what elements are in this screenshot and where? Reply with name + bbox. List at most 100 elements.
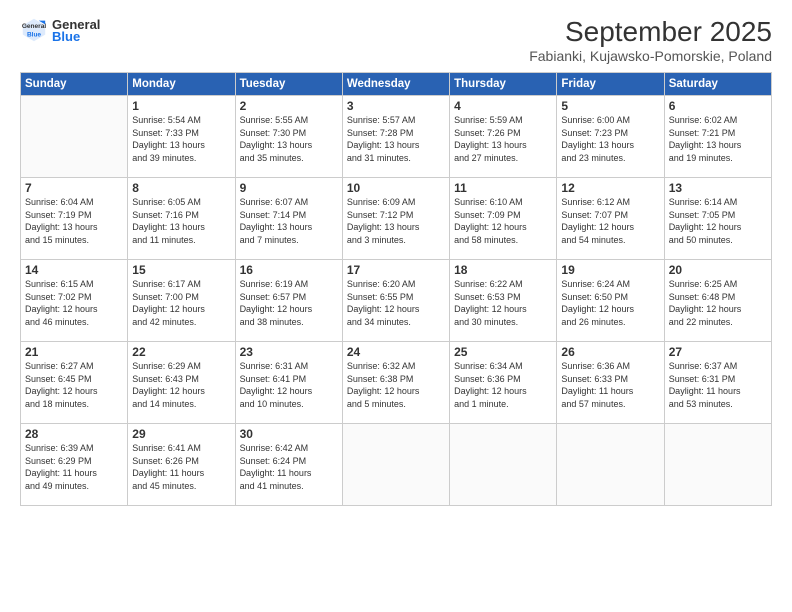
cell-content: Sunrise: 6:05 AMSunset: 7:16 PMDaylight:… [132,196,230,246]
calendar-cell: 14Sunrise: 6:15 AMSunset: 7:02 PMDayligh… [21,260,128,342]
location-title: Fabianki, Kujawsko-Pomorskie, Poland [529,48,772,64]
cell-content: Sunrise: 6:02 AMSunset: 7:21 PMDaylight:… [669,114,767,164]
calendar-cell: 29Sunrise: 6:41 AMSunset: 6:26 PMDayligh… [128,424,235,506]
calendar-cell: 10Sunrise: 6:09 AMSunset: 7:12 PMDayligh… [342,178,449,260]
calendar-cell: 27Sunrise: 6:37 AMSunset: 6:31 PMDayligh… [664,342,771,424]
day-number: 29 [132,427,230,441]
calendar-cell: 21Sunrise: 6:27 AMSunset: 6:45 PMDayligh… [21,342,128,424]
day-number: 21 [25,345,123,359]
day-number: 4 [454,99,552,113]
day-number: 22 [132,345,230,359]
day-number: 30 [240,427,338,441]
day-number: 27 [669,345,767,359]
cell-content: Sunrise: 6:22 AMSunset: 6:53 PMDaylight:… [454,278,552,328]
cell-content: Sunrise: 6:04 AMSunset: 7:19 PMDaylight:… [25,196,123,246]
cell-content: Sunrise: 6:27 AMSunset: 6:45 PMDaylight:… [25,360,123,410]
day-number: 14 [25,263,123,277]
cell-content: Sunrise: 6:34 AMSunset: 6:36 PMDaylight:… [454,360,552,410]
calendar-cell: 5Sunrise: 6:00 AMSunset: 7:23 PMDaylight… [557,96,664,178]
cell-content: Sunrise: 6:25 AMSunset: 6:48 PMDaylight:… [669,278,767,328]
calendar-cell: 22Sunrise: 6:29 AMSunset: 6:43 PMDayligh… [128,342,235,424]
calendar-cell: 18Sunrise: 6:22 AMSunset: 6:53 PMDayligh… [450,260,557,342]
calendar-cell: 11Sunrise: 6:10 AMSunset: 7:09 PMDayligh… [450,178,557,260]
day-number: 13 [669,181,767,195]
header-saturday: Saturday [664,73,771,96]
day-number: 5 [561,99,659,113]
cell-content: Sunrise: 6:32 AMSunset: 6:38 PMDaylight:… [347,360,445,410]
cell-content: Sunrise: 6:17 AMSunset: 7:00 PMDaylight:… [132,278,230,328]
day-number: 2 [240,99,338,113]
day-number: 7 [25,181,123,195]
cell-content: Sunrise: 6:36 AMSunset: 6:33 PMDaylight:… [561,360,659,410]
week-row-4: 21Sunrise: 6:27 AMSunset: 6:45 PMDayligh… [21,342,772,424]
day-number: 16 [240,263,338,277]
calendar-cell: 28Sunrise: 6:39 AMSunset: 6:29 PMDayligh… [21,424,128,506]
calendar-table: SundayMondayTuesdayWednesdayThursdayFrid… [20,72,772,506]
day-number: 25 [454,345,552,359]
calendar-cell [342,424,449,506]
cell-content: Sunrise: 6:41 AMSunset: 6:26 PMDaylight:… [132,442,230,492]
cell-content: Sunrise: 6:07 AMSunset: 7:14 PMDaylight:… [240,196,338,246]
day-number: 1 [132,99,230,113]
calendar-cell: 26Sunrise: 6:36 AMSunset: 6:33 PMDayligh… [557,342,664,424]
calendar-cell: 30Sunrise: 6:42 AMSunset: 6:24 PMDayligh… [235,424,342,506]
week-row-3: 14Sunrise: 6:15 AMSunset: 7:02 PMDayligh… [21,260,772,342]
cell-content: Sunrise: 6:39 AMSunset: 6:29 PMDaylight:… [25,442,123,492]
calendar-cell: 6Sunrise: 6:02 AMSunset: 7:21 PMDaylight… [664,96,771,178]
cell-content: Sunrise: 6:00 AMSunset: 7:23 PMDaylight:… [561,114,659,164]
header-tuesday: Tuesday [235,73,342,96]
month-title: September 2025 [529,16,772,48]
day-number: 23 [240,345,338,359]
calendar-cell: 25Sunrise: 6:34 AMSunset: 6:36 PMDayligh… [450,342,557,424]
calendar-cell: 19Sunrise: 6:24 AMSunset: 6:50 PMDayligh… [557,260,664,342]
calendar-header-row: SundayMondayTuesdayWednesdayThursdayFrid… [21,73,772,96]
page-header: General Blue General Blue September 2025… [20,16,772,64]
day-number: 24 [347,345,445,359]
day-number: 26 [561,345,659,359]
cell-content: Sunrise: 6:10 AMSunset: 7:09 PMDaylight:… [454,196,552,246]
day-number: 18 [454,263,552,277]
calendar-cell: 13Sunrise: 6:14 AMSunset: 7:05 PMDayligh… [664,178,771,260]
cell-content: Sunrise: 6:31 AMSunset: 6:41 PMDaylight:… [240,360,338,410]
day-number: 19 [561,263,659,277]
calendar-cell: 17Sunrise: 6:20 AMSunset: 6:55 PMDayligh… [342,260,449,342]
cell-content: Sunrise: 5:55 AMSunset: 7:30 PMDaylight:… [240,114,338,164]
day-number: 15 [132,263,230,277]
cell-content: Sunrise: 6:29 AMSunset: 6:43 PMDaylight:… [132,360,230,410]
cell-content: Sunrise: 6:24 AMSunset: 6:50 PMDaylight:… [561,278,659,328]
calendar-cell: 2Sunrise: 5:55 AMSunset: 7:30 PMDaylight… [235,96,342,178]
calendar-cell: 1Sunrise: 5:54 AMSunset: 7:33 PMDaylight… [128,96,235,178]
day-number: 28 [25,427,123,441]
calendar-cell [21,96,128,178]
calendar-cell: 8Sunrise: 6:05 AMSunset: 7:16 PMDaylight… [128,178,235,260]
cell-content: Sunrise: 6:20 AMSunset: 6:55 PMDaylight:… [347,278,445,328]
header-thursday: Thursday [450,73,557,96]
day-number: 12 [561,181,659,195]
calendar-cell [664,424,771,506]
day-number: 6 [669,99,767,113]
calendar-cell: 9Sunrise: 6:07 AMSunset: 7:14 PMDaylight… [235,178,342,260]
week-row-1: 1Sunrise: 5:54 AMSunset: 7:33 PMDaylight… [21,96,772,178]
svg-text:Blue: Blue [27,32,41,39]
cell-content: Sunrise: 5:59 AMSunset: 7:26 PMDaylight:… [454,114,552,164]
cell-content: Sunrise: 6:12 AMSunset: 7:07 PMDaylight:… [561,196,659,246]
cell-content: Sunrise: 6:14 AMSunset: 7:05 PMDaylight:… [669,196,767,246]
day-number: 20 [669,263,767,277]
cell-content: Sunrise: 5:54 AMSunset: 7:33 PMDaylight:… [132,114,230,164]
day-number: 17 [347,263,445,277]
calendar-cell: 20Sunrise: 6:25 AMSunset: 6:48 PMDayligh… [664,260,771,342]
cell-content: Sunrise: 6:37 AMSunset: 6:31 PMDaylight:… [669,360,767,410]
title-block: September 2025 Fabianki, Kujawsko-Pomors… [529,16,772,64]
svg-text:General: General [22,23,46,30]
calendar-cell: 24Sunrise: 6:32 AMSunset: 6:38 PMDayligh… [342,342,449,424]
header-friday: Friday [557,73,664,96]
calendar-cell: 12Sunrise: 6:12 AMSunset: 7:07 PMDayligh… [557,178,664,260]
calendar-cell: 16Sunrise: 6:19 AMSunset: 6:57 PMDayligh… [235,260,342,342]
calendar-cell: 7Sunrise: 6:04 AMSunset: 7:19 PMDaylight… [21,178,128,260]
day-number: 11 [454,181,552,195]
calendar-cell [557,424,664,506]
logo: General Blue General Blue [20,16,100,44]
day-number: 10 [347,181,445,195]
week-row-5: 28Sunrise: 6:39 AMSunset: 6:29 PMDayligh… [21,424,772,506]
calendar-cell: 23Sunrise: 6:31 AMSunset: 6:41 PMDayligh… [235,342,342,424]
